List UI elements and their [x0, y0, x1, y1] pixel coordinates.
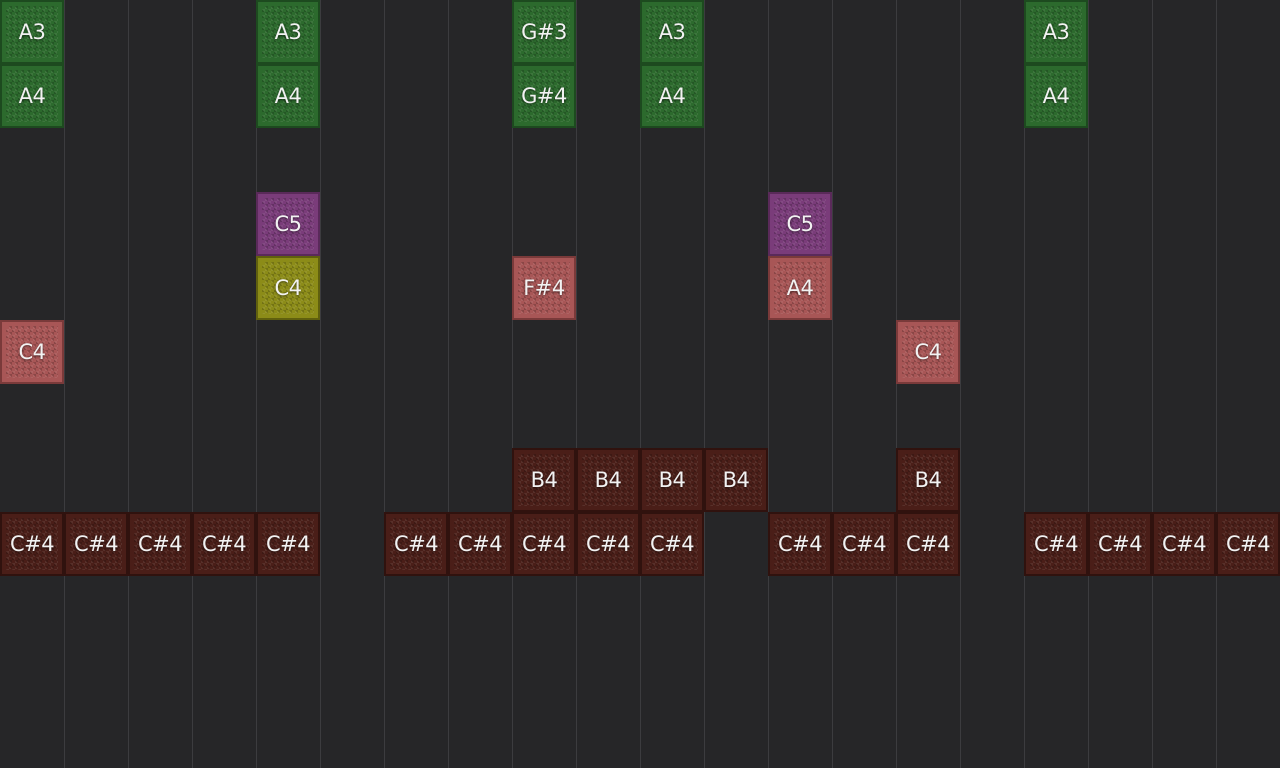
note-block[interactable]: A4 — [0, 64, 64, 128]
note-block[interactable]: C#4 — [128, 512, 192, 576]
note-label: C#4 — [138, 532, 182, 556]
note-grid[interactable]: A3 A4 A3 A4 G#3 G#4 A3 A4 A3 A4 C5 C5 C4 F#4 A4 C4 C4 B4 B… — [0, 0, 1280, 768]
note-block[interactable]: C5 — [768, 192, 832, 256]
note-label: C#4 — [10, 532, 54, 556]
note-block[interactable]: C4 — [896, 320, 960, 384]
note-block[interactable]: C#4 — [0, 512, 64, 576]
note-block[interactable]: C#4 — [768, 512, 832, 576]
grid-column-line — [1216, 0, 1217, 768]
note-label: A3 — [19, 20, 46, 44]
note-label: F#4 — [523, 276, 565, 300]
note-block[interactable]: A3 — [0, 0, 64, 64]
note-block[interactable]: A3 — [256, 0, 320, 64]
note-block[interactable]: B4 — [896, 448, 960, 512]
note-label: A4 — [659, 84, 686, 108]
note-label: B4 — [659, 468, 686, 492]
note-label: C#4 — [266, 532, 310, 556]
note-label: B4 — [723, 468, 750, 492]
note-label: C4 — [274, 276, 301, 300]
note-block[interactable]: C#4 — [256, 512, 320, 576]
note-block[interactable]: A3 — [1024, 0, 1088, 64]
note-block[interactable]: C#4 — [448, 512, 512, 576]
note-label: B4 — [595, 468, 622, 492]
note-block[interactable]: B4 — [640, 448, 704, 512]
grid-column-line — [64, 0, 65, 768]
note-label: C#4 — [1098, 532, 1142, 556]
grid-column-line — [1152, 0, 1153, 768]
grid-column-line — [896, 0, 897, 768]
note-label: A4 — [1043, 84, 1070, 108]
note-block[interactable]: C#4 — [1152, 512, 1216, 576]
grid-column-line — [1088, 0, 1089, 768]
note-block[interactable]: C4 — [0, 320, 64, 384]
note-block[interactable]: B4 — [704, 448, 768, 512]
note-block[interactable]: B4 — [576, 448, 640, 512]
note-label: C#4 — [906, 532, 950, 556]
grid-column-line — [384, 0, 385, 768]
grid-column-line — [448, 0, 449, 768]
note-label: C#4 — [650, 532, 694, 556]
note-label: A3 — [275, 20, 302, 44]
grid-column-line — [192, 0, 193, 768]
grid-column-line — [576, 0, 577, 768]
grid-column-line — [768, 0, 769, 768]
note-block[interactable]: G#3 — [512, 0, 576, 64]
note-block[interactable]: A4 — [1024, 64, 1088, 128]
note-block[interactable]: C#4 — [1024, 512, 1088, 576]
note-block[interactable]: F#4 — [512, 256, 576, 320]
note-block[interactable]: C5 — [256, 192, 320, 256]
note-label: C#4 — [458, 532, 502, 556]
note-block[interactable]: C4 — [256, 256, 320, 320]
grid-column-line — [320, 0, 321, 768]
note-block[interactable]: C#4 — [1216, 512, 1280, 576]
note-label: C#4 — [1162, 532, 1206, 556]
note-block[interactable]: C#4 — [576, 512, 640, 576]
note-block[interactable]: C#4 — [896, 512, 960, 576]
note-label: C#4 — [778, 532, 822, 556]
grid-column-line — [832, 0, 833, 768]
note-block[interactable]: C#4 — [832, 512, 896, 576]
note-block[interactable]: C#4 — [1088, 512, 1152, 576]
note-label: C#4 — [1226, 532, 1270, 556]
grid-column-line — [128, 0, 129, 768]
note-label: C#4 — [586, 532, 630, 556]
note-label: C#4 — [1034, 532, 1078, 556]
note-block[interactable]: C#4 — [640, 512, 704, 576]
note-label: A3 — [1043, 20, 1070, 44]
note-block[interactable]: A4 — [640, 64, 704, 128]
grid-column-line — [960, 0, 961, 768]
note-label: C#4 — [202, 532, 246, 556]
note-label: C5 — [786, 212, 813, 236]
note-label: A3 — [659, 20, 686, 44]
note-block[interactable]: G#4 — [512, 64, 576, 128]
note-label: A4 — [275, 84, 302, 108]
note-block[interactable]: C#4 — [384, 512, 448, 576]
note-label: G#4 — [521, 84, 567, 108]
note-label: C#4 — [74, 532, 118, 556]
note-block[interactable]: C#4 — [512, 512, 576, 576]
note-block[interactable]: C#4 — [192, 512, 256, 576]
note-label: G#3 — [521, 20, 567, 44]
note-block[interactable]: B4 — [512, 448, 576, 512]
note-label: B4 — [531, 468, 558, 492]
note-block[interactable]: A3 — [640, 0, 704, 64]
grid-column-line — [704, 0, 705, 768]
note-block[interactable]: A4 — [256, 64, 320, 128]
note-label: C#4 — [394, 532, 438, 556]
note-label: C5 — [274, 212, 301, 236]
note-block[interactable]: C#4 — [64, 512, 128, 576]
note-label: C#4 — [522, 532, 566, 556]
note-label: A4 — [787, 276, 814, 300]
note-label: C4 — [914, 340, 941, 364]
note-block[interactable]: A4 — [768, 256, 832, 320]
note-label: C4 — [18, 340, 45, 364]
note-label: B4 — [915, 468, 942, 492]
note-label: A4 — [19, 84, 46, 108]
note-label: C#4 — [842, 532, 886, 556]
